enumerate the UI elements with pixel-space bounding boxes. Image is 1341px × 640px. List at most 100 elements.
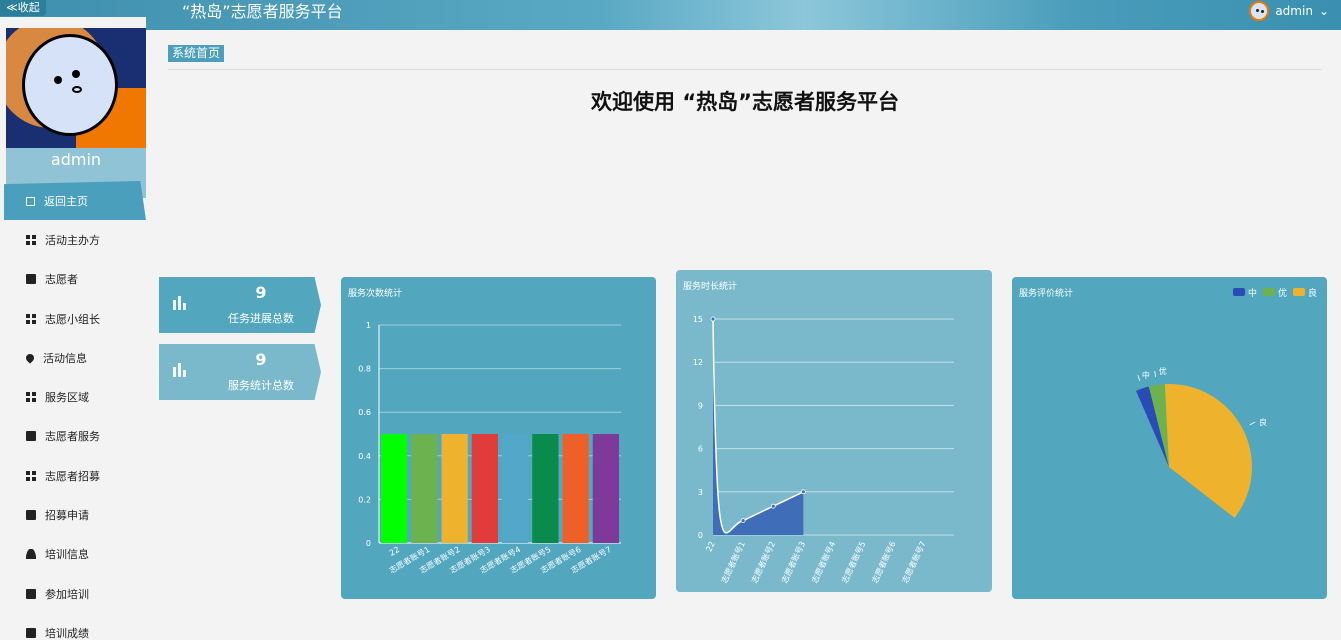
y-tick-label: 12 bbox=[693, 358, 703, 367]
y-tick-label: 0.8 bbox=[358, 365, 371, 374]
app-title: “热岛”志愿者服务平台 bbox=[182, 2, 343, 21]
top-header: ≪收起 “热岛”志愿者服务平台 admin ⌄ bbox=[0, 0, 1341, 30]
sidebar-item-label: 服务区域 bbox=[45, 391, 89, 405]
pin-icon bbox=[24, 352, 36, 364]
sidebar-item-label: 志愿小组长 bbox=[45, 312, 100, 326]
bar bbox=[502, 434, 529, 543]
x-tick-label: 22 bbox=[388, 545, 401, 558]
sidebar-item-volunteers[interactable]: 志愿者 bbox=[0, 260, 146, 299]
label-line bbox=[1154, 370, 1156, 378]
bar-chart-icon bbox=[172, 296, 188, 310]
x-tick-label: 志愿者账号2 bbox=[749, 540, 777, 585]
bar-chart-svg: 00.20.40.60.8122志愿者账号1志愿者账号2志愿者账号3志愿者账号4… bbox=[358, 321, 621, 575]
sidebar: admin 返回主页 活动主办方 志愿者 志愿小组长 活动信息 服务区域 志愿者… bbox=[0, 17, 146, 640]
data-point bbox=[800, 489, 806, 495]
briefcase-icon bbox=[26, 510, 36, 521]
sidebar-item-label: 活动主办方 bbox=[45, 233, 100, 247]
x-tick-label: 志愿者账号5 bbox=[839, 540, 867, 585]
x-tick-label: 志愿者账号7 bbox=[900, 540, 928, 585]
comment-icon bbox=[26, 588, 36, 599]
divider bbox=[168, 69, 1322, 70]
y-tick-label: 1 bbox=[366, 321, 371, 330]
sidebar-item-activities[interactable]: 活动信息 bbox=[0, 338, 146, 377]
chart-title: 服务次数统计 bbox=[348, 289, 403, 299]
sidebar-item-volunteer-services[interactable]: 志愿者服务 bbox=[0, 417, 146, 456]
y-tick-label: 0.4 bbox=[358, 452, 371, 461]
bar bbox=[441, 434, 468, 543]
sidebar-item-label: 志愿者服务 bbox=[45, 430, 100, 444]
pie-chart-svg: 中优良 bbox=[1136, 366, 1267, 518]
sidebar-item-home[interactable]: 返回主页 bbox=[4, 181, 146, 221]
sidebar-item-join-training[interactable]: 参加培训 bbox=[0, 574, 146, 613]
sidebar-item-training-scores[interactable]: 培训成绩 bbox=[0, 613, 146, 640]
y-tick-label: 6 bbox=[698, 445, 703, 454]
sidebar-nav: 返回主页 活动主办方 志愿者 志愿小组长 活动信息 服务区域 志愿者服务 志愿者… bbox=[0, 181, 146, 640]
slice-label: 良 bbox=[1259, 417, 1267, 427]
home-icon bbox=[26, 197, 35, 207]
slice-label: 优 bbox=[1159, 366, 1167, 376]
sidebar-item-training-info[interactable]: 培训信息 bbox=[0, 535, 146, 574]
sidebar-item-label: 培训信息 bbox=[45, 548, 89, 562]
collapse-sidebar-button[interactable]: ≪收起 bbox=[0, 0, 46, 16]
avatar bbox=[6, 28, 146, 148]
area-chart-svg: 0 3 6 9 12 15 22 志愿者账号1 志愿者账号2 志愿者账号3 志愿者账号4 志愿者账号5… bbox=[693, 315, 954, 585]
label-line bbox=[1137, 375, 1141, 381]
grid-icon bbox=[26, 234, 36, 245]
stat-label: 服务统计总数 bbox=[228, 379, 294, 392]
legend-item[interactable]: 优 bbox=[1262, 286, 1287, 299]
data-point bbox=[710, 316, 716, 322]
label-line bbox=[1249, 421, 1256, 426]
service-count-chart: 0 0.2 0.4 0.6 0.8 1 22 志愿者账号1 志愿者账号2 志愿者账号3 志愿者账号4… bbox=[341, 277, 656, 599]
legend-item[interactable]: 中 bbox=[1232, 286, 1257, 299]
grid-icon bbox=[26, 470, 36, 481]
sidebar-item-label: 招募申请 bbox=[45, 509, 89, 523]
bar bbox=[411, 434, 438, 543]
chart-title: 服务评价统计 bbox=[1019, 289, 1074, 299]
document-icon bbox=[26, 627, 36, 638]
grid-icon bbox=[26, 392, 36, 403]
sidebar-item-team-leaders[interactable]: 志愿小组长 bbox=[0, 299, 146, 338]
pie-slice bbox=[1164, 384, 1252, 518]
ticket-icon bbox=[26, 431, 36, 442]
service-rating-chart: 中优良 服务评价统计 中 优 良 bbox=[1012, 277, 1327, 599]
sidebar-item-label: 返回主页 bbox=[44, 194, 88, 208]
sidebar-item-recruitment[interactable]: 志愿者招募 bbox=[0, 456, 146, 495]
sidebar-item-label: 参加培训 bbox=[45, 587, 89, 601]
user-avatar-icon bbox=[1249, 1, 1270, 21]
breadcrumb[interactable]: 系统首页 bbox=[168, 45, 225, 62]
x-tick-label: 22 bbox=[704, 540, 716, 553]
chart-icon bbox=[26, 274, 36, 285]
stat-card-services[interactable]: 9 服务统计总数 bbox=[159, 344, 321, 400]
y-tick-label: 0 bbox=[698, 531, 703, 540]
stat-label: 任务进展总数 bbox=[228, 312, 294, 325]
page-title: 欢迎使用 “热岛”志愿者服务平台 bbox=[591, 90, 899, 114]
bar bbox=[381, 434, 408, 543]
sidebar-item-applications[interactable]: 招募申请 bbox=[0, 495, 146, 534]
profile-card: admin bbox=[6, 28, 146, 198]
sidebar-item-organizers[interactable]: 活动主办方 bbox=[0, 220, 146, 259]
user-name: admin bbox=[1275, 4, 1313, 18]
bar bbox=[562, 434, 589, 543]
y-tick-label: 3 bbox=[698, 488, 703, 497]
sidebar-item-label: 志愿者招募 bbox=[45, 469, 100, 483]
bar bbox=[592, 434, 619, 543]
area-fill bbox=[713, 319, 804, 535]
x-tick-label: 志愿者账号1 bbox=[719, 540, 747, 585]
bar-chart-icon bbox=[172, 363, 188, 377]
legend-item[interactable]: 良 bbox=[1292, 286, 1317, 299]
x-tick-label: 志愿者账号3 bbox=[779, 540, 807, 585]
sidebar-item-label: 活动信息 bbox=[43, 351, 87, 365]
sidebar-item-service-areas[interactable]: 服务区域 bbox=[0, 377, 146, 416]
stat-card-tasks[interactable]: 9 任务进展总数 bbox=[159, 277, 321, 333]
user-menu[interactable]: admin ⌄ bbox=[1249, 0, 1329, 22]
stat-value: 9 bbox=[255, 350, 267, 369]
sidebar-item-label: 志愿者 bbox=[45, 273, 78, 287]
y-tick-label: 9 bbox=[698, 401, 703, 410]
slice-label: 中 bbox=[1142, 370, 1150, 380]
grid-icon bbox=[26, 313, 36, 324]
sidebar-item-label: 培训成绩 bbox=[45, 626, 89, 640]
y-tick-label: 15 bbox=[693, 315, 703, 324]
stat-value: 9 bbox=[255, 283, 267, 302]
y-tick-label: 0.6 bbox=[358, 408, 371, 417]
chevron-down-icon: ⌄ bbox=[1318, 4, 1329, 18]
